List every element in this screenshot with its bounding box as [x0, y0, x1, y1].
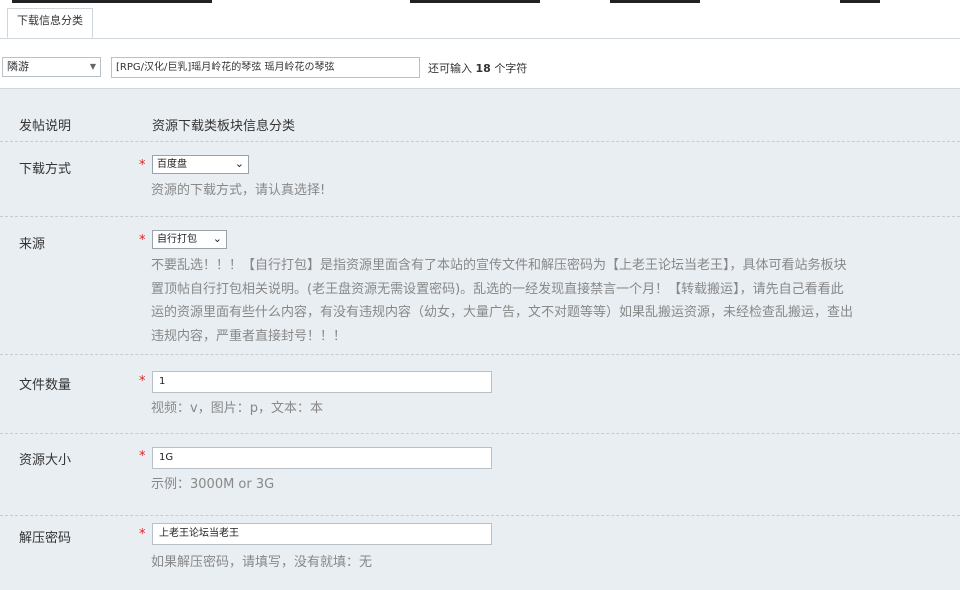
password-hint: 如果解压密码，请填写，没有就填：无 [151, 555, 373, 570]
char-remaining: 还可输入 18 个字符 [428, 62, 528, 75]
chevron-down-icon: ▼ [89, 62, 96, 71]
size-label: 资源大小 [19, 453, 72, 468]
required-mark: * [139, 158, 146, 173]
source-select[interactable]: 自行打包 ⌄ [152, 230, 227, 249]
subject-input[interactable]: [RPG/汉化/巨乳]瑶月岭花的琴弦 瑶月岭花の琴弦 [111, 57, 420, 78]
file-count-label: 文件数量 [19, 378, 72, 393]
form-row-size: 资源大小 * 1G 示例：3000M or 3G [0, 433, 960, 516]
download-hint: 资源的下载方式，请认真选择! [151, 183, 326, 198]
form-row-download: 下载方式 * 百度盘 ⌄ 资源的下载方式，请认真选择! [0, 141, 960, 217]
form-row-source: 来源 * 自行打包 ⌄ 不要乱选！！！【自行打包】是指资源里面含有了本站的宣传文… [0, 216, 960, 355]
required-mark: * [139, 233, 146, 248]
form-row-file-count: 文件数量 * 1 视频：v，图片：p，文本：本 [0, 354, 960, 434]
info-form-panel: 发帖说明 资源下载类板块信息分类 下载方式 * 百度盘 ⌄ 资源的下载方式，请认… [0, 88, 960, 590]
download-label: 下载方式 [19, 162, 72, 177]
form-row-post-desc: 发帖说明 资源下载类板块信息分类 [0, 89, 960, 142]
size-input[interactable]: 1G [152, 447, 492, 469]
char-remaining-count: 18 [475, 62, 491, 75]
form-row-password: 解压密码 * 上老王论坛当老王 如果解压密码，请填写，没有就填：无 [0, 515, 960, 590]
tab-bar: 下载信息分类 [0, 0, 960, 39]
required-mark: * [139, 449, 146, 464]
source-label: 来源 [19, 237, 46, 252]
post-desc-value: 资源下载类板块信息分类 [152, 119, 296, 134]
tab-download-info[interactable]: 下载信息分类 [7, 8, 93, 38]
thread-type-value: 隣游 [7, 60, 29, 73]
source-hint: 不要乱选！！！【自行打包】是指资源里面含有了本站的宣传文件和解压密码为【上老王论… [151, 258, 854, 344]
chevron-down-icon: ⌄ [212, 232, 222, 245]
file-count-input[interactable]: 1 [152, 371, 492, 393]
required-mark: * [139, 374, 146, 389]
size-hint: 示例：3000M or 3G [151, 477, 275, 492]
chevron-down-icon: ⌄ [234, 157, 244, 170]
password-label: 解压密码 [19, 531, 72, 546]
post-desc-label: 发帖说明 [19, 119, 72, 134]
password-input[interactable]: 上老王论坛当老王 [152, 523, 492, 545]
subject-row: 隣游 ▼ [RPG/汉化/巨乳]瑶月岭花的琴弦 瑶月岭花の琴弦 还可输入 18 … [0, 50, 960, 84]
required-mark: * [139, 527, 146, 542]
file-count-hint: 视频：v，图片：p，文本：本 [151, 401, 323, 416]
top-cropped-strip [0, 0, 960, 6]
thread-type-select[interactable]: 隣游 ▼ [2, 57, 101, 77]
download-method-select[interactable]: 百度盘 ⌄ [152, 155, 249, 174]
